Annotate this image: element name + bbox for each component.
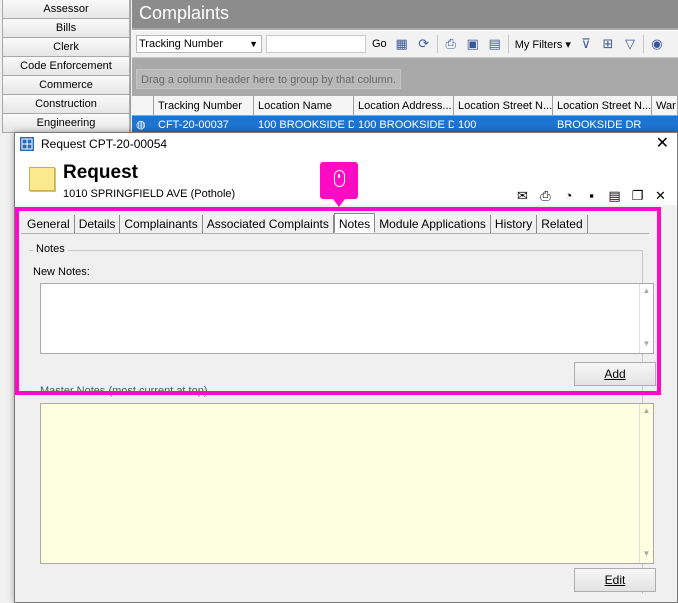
print-icon[interactable]: ⎙ bbox=[537, 187, 554, 204]
new-notes-textarea[interactable]: ▲ ▼ bbox=[40, 283, 654, 354]
scroll-down-icon[interactable]: ▼ bbox=[640, 549, 653, 561]
search-field-value: Tracking Number bbox=[139, 38, 223, 50]
filter-table-icon[interactable]: ⊞ bbox=[599, 35, 617, 53]
master-notes-label: Master Notes (most current at top) bbox=[40, 385, 208, 397]
module-engineering[interactable]: Engineering bbox=[2, 114, 130, 133]
module-bills[interactable]: Bills bbox=[2, 19, 130, 38]
tab-associated-complaints[interactable]: Associated Complaints bbox=[203, 215, 334, 234]
edit-button[interactable]: Edit bbox=[574, 568, 656, 592]
document-icon[interactable]: ▤ bbox=[486, 35, 504, 53]
column-header[interactable]: Location Street N... bbox=[454, 96, 553, 115]
dialog-actions: ✉ ⎙ ◔ ▪ ▤ ❐ ✕ bbox=[514, 187, 669, 204]
export-icon[interactable]: ▣ bbox=[464, 35, 482, 53]
my-filters-label: My Filters bbox=[514, 38, 563, 51]
app-icon bbox=[20, 137, 34, 151]
refresh-icon[interactable]: ⟳ bbox=[415, 35, 433, 53]
close-icon[interactable]: ✕ bbox=[656, 134, 669, 154]
column-header[interactable]: Tracking Number bbox=[154, 96, 254, 115]
panel-title: Complaints bbox=[132, 0, 678, 28]
request-dialog: Request CPT-20-00054 ✕ Request 1010 SPRI… bbox=[14, 132, 678, 603]
tab-history[interactable]: History bbox=[491, 215, 538, 234]
tab-complainants[interactable]: Complainants bbox=[120, 215, 203, 234]
search-field-select[interactable]: Tracking Number ▼ bbox=[136, 35, 262, 53]
filter-check-icon[interactable]: ⊽ bbox=[577, 35, 595, 53]
add-button[interactable]: Add bbox=[574, 362, 656, 386]
tab-bar: General Details Complainants Associated … bbox=[23, 213, 588, 234]
delete-icon[interactable]: ✕ bbox=[652, 187, 669, 204]
tab-details[interactable]: Details bbox=[75, 215, 121, 234]
master-notes-scrollbar[interactable]: ▲ ▼ bbox=[639, 404, 653, 563]
globe-search-icon[interactable]: ◉ bbox=[648, 35, 666, 53]
record-heading: Request bbox=[63, 162, 138, 183]
module-clerk[interactable]: Clerk bbox=[2, 38, 130, 57]
module-commerce[interactable]: Commerce bbox=[2, 76, 130, 95]
calendar-icon[interactable]: ▦ bbox=[393, 35, 411, 53]
group-by-area[interactable]: Drag a column header here to group by th… bbox=[132, 59, 678, 95]
clock-icon[interactable]: ◔ bbox=[560, 187, 577, 204]
toolbar-separator bbox=[507, 35, 509, 53]
my-filters-button[interactable]: My Filters ▾ bbox=[513, 38, 573, 51]
new-notes-label: New Notes: bbox=[33, 266, 90, 278]
print-icon[interactable]: ⎙ bbox=[442, 35, 460, 53]
group-hint: Drag a column header here to group by th… bbox=[136, 69, 401, 89]
click-indicator bbox=[320, 162, 358, 207]
record-address: 1010 SPRINGFIELD AVE (Pothole) bbox=[63, 188, 236, 200]
copy-icon[interactable]: ❐ bbox=[629, 187, 646, 204]
toolbar-separator bbox=[436, 35, 438, 53]
dialog-title: Request CPT-20-00054 bbox=[41, 137, 168, 151]
sticky-note-icon bbox=[29, 167, 55, 191]
email-icon[interactable]: ✉ bbox=[514, 187, 531, 204]
column-header-icon bbox=[132, 96, 154, 115]
search-toolbar: Tracking Number ▼ Go ▦ ⟳ ⎙ ▣ ▤ My Filter… bbox=[132, 30, 678, 58]
scroll-up-icon[interactable]: ▲ bbox=[640, 286, 653, 298]
scroll-up-icon[interactable]: ▲ bbox=[640, 406, 653, 418]
tab-general[interactable]: General bbox=[23, 215, 75, 234]
module-construction[interactable]: Construction bbox=[2, 95, 130, 114]
new-notes-scrollbar[interactable]: ▲ ▼ bbox=[639, 284, 653, 353]
module-assessor[interactable]: Assessor bbox=[2, 0, 130, 19]
tab-module-applications[interactable]: Module Applications bbox=[375, 215, 491, 234]
tab-notes[interactable]: Notes bbox=[333, 213, 376, 233]
column-header[interactable]: Location Name bbox=[254, 96, 354, 115]
funnel-icon[interactable]: ▽ bbox=[621, 35, 639, 53]
complaints-grid: Tracking Number Location Name Location A… bbox=[132, 96, 678, 134]
grid-header: Tracking Number Location Name Location A… bbox=[132, 96, 678, 116]
notes-group-label: Notes bbox=[33, 243, 68, 255]
mouse-icon bbox=[334, 170, 345, 187]
master-notes-textarea[interactable]: ▲ ▼ bbox=[40, 403, 654, 564]
new-document-icon[interactable]: ▤ bbox=[606, 187, 623, 204]
toolbar-separator bbox=[642, 35, 644, 53]
save-icon[interactable]: ▪ bbox=[583, 187, 600, 204]
dialog-titlebar[interactable]: Request CPT-20-00054 ✕ bbox=[15, 133, 677, 155]
module-code-enforcement[interactable]: Code Enforcement bbox=[2, 57, 130, 76]
scroll-down-icon[interactable]: ▼ bbox=[640, 339, 653, 351]
column-header[interactable]: War bbox=[652, 96, 678, 115]
column-header[interactable]: Location Street N... bbox=[553, 96, 652, 115]
chevron-down-icon: ▼ bbox=[249, 39, 258, 49]
column-header[interactable]: Location Address... bbox=[354, 96, 454, 115]
go-button[interactable]: Go bbox=[370, 38, 389, 50]
tab-related[interactable]: Related bbox=[537, 215, 588, 234]
search-input[interactable] bbox=[266, 35, 366, 53]
